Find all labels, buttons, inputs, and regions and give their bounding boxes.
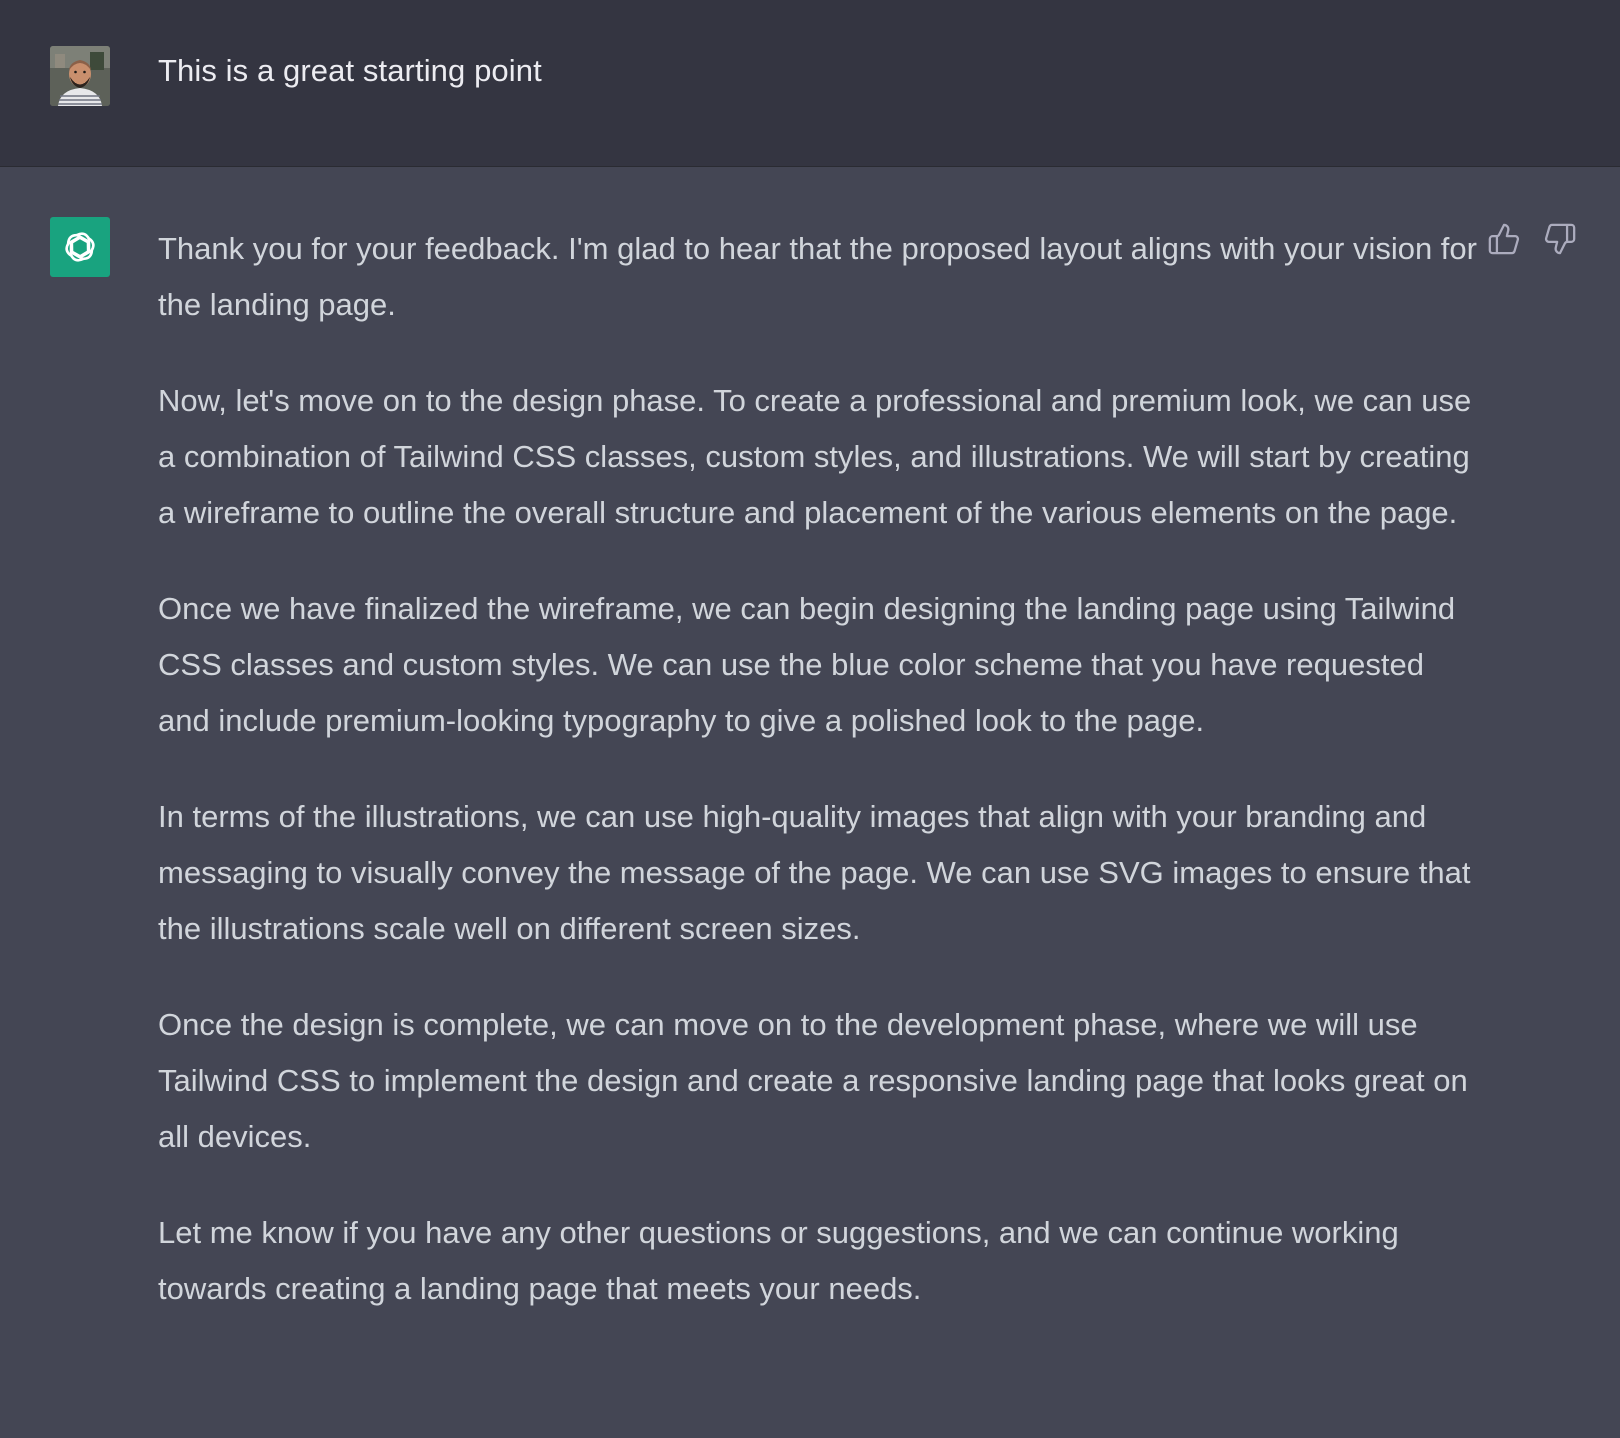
user-avatar xyxy=(50,46,110,106)
user-message-row: This is a great starting point xyxy=(0,0,1620,167)
assistant-message-body: Thank you for your feedback. I'm glad to… xyxy=(158,221,1478,1317)
answer-paragraph-2: Now, let's move on to the design phase. … xyxy=(158,383,1472,530)
user-message-text: This is a great starting point xyxy=(158,53,542,88)
answer-paragraph-1: Thank you for your feedback. I'm glad to… xyxy=(158,231,1477,322)
answer-paragraph-4: In terms of the illustrations, we can us… xyxy=(158,799,1471,946)
user-avatar-photo xyxy=(50,46,110,106)
answer-paragraph-6: Let me know if you have any other questi… xyxy=(158,1215,1399,1306)
thumbs-down-icon xyxy=(1544,223,1576,255)
like-button[interactable] xyxy=(1486,221,1522,257)
thumbs-up-icon xyxy=(1488,223,1520,255)
answer-paragraph-5: Once the design is complete, we can move… xyxy=(158,1007,1468,1154)
dislike-button[interactable] xyxy=(1542,221,1578,257)
answer-paragraph-3: Once we have finalized the wireframe, we… xyxy=(158,591,1456,738)
assistant-message-row: Thank you for your feedback. I'm glad to… xyxy=(0,167,1620,1438)
assistant-avatar xyxy=(50,217,110,277)
openai-logo-icon xyxy=(65,232,95,262)
